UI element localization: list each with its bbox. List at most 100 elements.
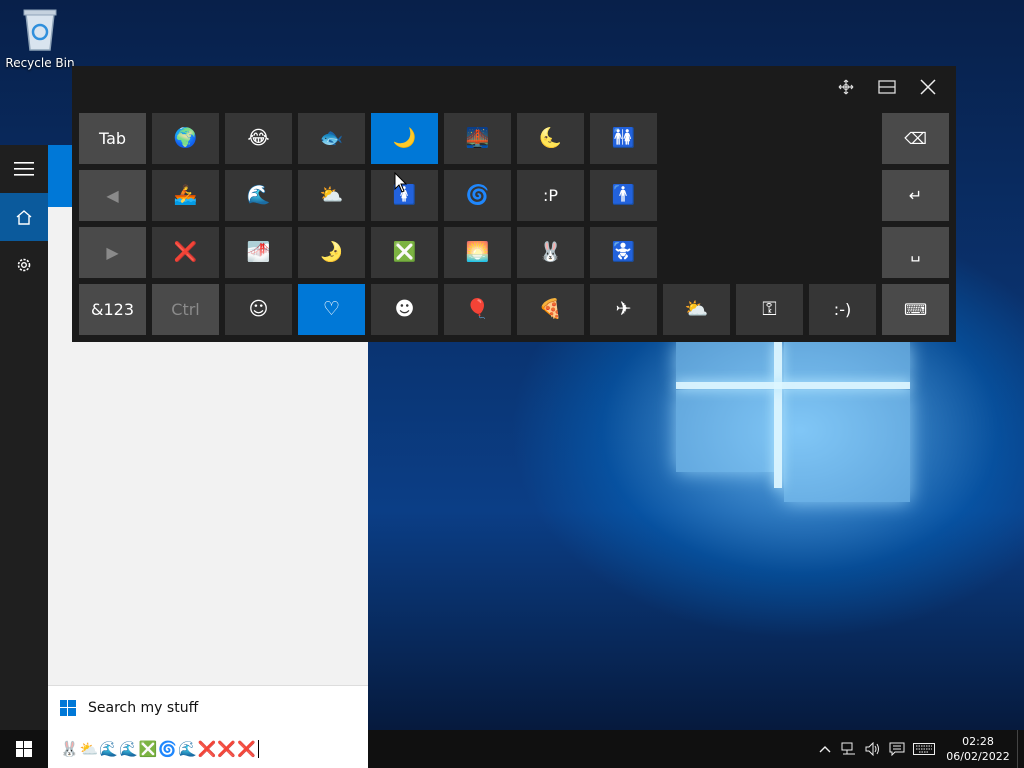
next-page-key-label: ▶ xyxy=(106,243,119,262)
wallpaper-pane xyxy=(676,390,774,472)
network-button[interactable] xyxy=(837,730,861,768)
emoji-face-tears-of-joy[interactable]: 😂 xyxy=(225,113,292,164)
category-people-icon-label: ☻ xyxy=(394,298,415,320)
search-suggestion-row[interactable]: Search my stuff xyxy=(48,685,368,730)
emoji-mens-label: 🚹 xyxy=(611,184,636,206)
emoji-rowboat-label: 🚣 xyxy=(173,184,198,206)
emoji-cyclone[interactable]: 🌀 xyxy=(444,170,511,221)
action-center-button[interactable] xyxy=(885,730,909,768)
emoji-bridge-at-night[interactable]: 🌉 xyxy=(444,113,511,164)
emoji-earth-globe[interactable]: 🌍 xyxy=(152,113,219,164)
volume-button[interactable] xyxy=(861,730,885,768)
windows-logo-icon xyxy=(16,741,32,757)
emoji-cross-mark-label: ❌ xyxy=(173,241,198,263)
emoji-fish[interactable]: 🐟 xyxy=(298,113,365,164)
tab-key[interactable]: Tab xyxy=(79,113,146,164)
enter-key[interactable]: ↵ xyxy=(882,170,949,221)
emoji-rabbit-face[interactable]: 🐰 xyxy=(517,227,584,278)
emoji-cross-mark[interactable]: ❌ xyxy=(152,227,219,278)
category-text-faces-icon[interactable]: :-) xyxy=(809,284,876,335)
wallpaper-pane xyxy=(784,390,910,502)
emoji-tongue-text[interactable]: :P xyxy=(517,170,584,221)
emoji-first-quarter-moon-face[interactable]: 🌛 xyxy=(298,227,365,278)
emoji-rowboat[interactable]: 🚣 xyxy=(152,170,219,221)
numbers-key-label: &123 xyxy=(90,300,134,319)
home-button[interactable] xyxy=(0,193,48,241)
emoji-cross-mark-button-label: ❎ xyxy=(392,241,417,263)
chevron-up-icon xyxy=(819,746,831,753)
prev-page-key-label: ◀ xyxy=(106,186,119,205)
emoji-crescent-moon-label: 🌙 xyxy=(392,127,417,149)
emoji-water-wave[interactable]: 🌊 xyxy=(225,170,292,221)
ctrl-key[interactable]: Ctrl xyxy=(152,284,219,335)
touch-keyboard-tray-button[interactable] xyxy=(909,730,939,768)
keyboard-icon xyxy=(913,743,935,755)
numbers-key[interactable]: &123 xyxy=(79,284,146,335)
start-button[interactable] xyxy=(0,730,48,768)
category-food-icon-label: 🍕 xyxy=(538,298,563,320)
tile-peek[interactable] xyxy=(48,145,72,207)
search-input-value: 🐰⛅🌊🌊❎🌀🌊❌❌❌ xyxy=(60,740,257,758)
keyboard-switch-icon[interactable]: ⌨ xyxy=(882,284,949,335)
emoji-fish-label: 🐟 xyxy=(319,127,344,149)
emoji-baby-symbol[interactable]: 🚼 xyxy=(590,227,657,278)
clock[interactable]: 02:28 06/02/2022 xyxy=(943,734,1013,764)
keyboard-title-bar[interactable] xyxy=(72,66,956,108)
tab-key-label: Tab xyxy=(98,129,127,148)
category-travel-icon[interactable]: ✈ xyxy=(590,284,657,335)
emoji-foggy-label: 🌁 xyxy=(246,241,271,263)
hamburger-icon xyxy=(14,162,34,176)
move-icon xyxy=(838,79,854,95)
category-people-icon[interactable]: ☻ xyxy=(371,284,438,335)
category-celebration-icon[interactable]: 🎈 xyxy=(444,284,511,335)
wallpaper-pane xyxy=(676,342,774,382)
emoji-restroom-label: 🚻 xyxy=(611,127,636,149)
dock-keyboard-button[interactable] xyxy=(870,72,904,102)
emoji-face-tears-of-joy-label: 😂 xyxy=(247,127,270,149)
emoji-crescent-moon[interactable]: 🌙 xyxy=(371,113,438,164)
emoji-foggy[interactable]: 🌁 xyxy=(225,227,292,278)
system-tray: 02:28 06/02/2022 xyxy=(813,730,1024,768)
emoji-sunrise[interactable]: 🌅 xyxy=(444,227,511,278)
emoji-water-wave-label: 🌊 xyxy=(246,184,271,206)
recycle-bin-shortcut[interactable]: Recycle Bin xyxy=(4,6,76,70)
emoji-first-quarter-moon-face-label: 🌛 xyxy=(319,241,344,263)
show-desktop-button[interactable] xyxy=(1017,730,1024,768)
settings-button[interactable] xyxy=(0,241,48,289)
wallpaper-pane xyxy=(784,342,910,382)
category-weather-icon-label: ⛅ xyxy=(684,298,709,320)
emoji-last-quarter-moon-face-label: 🌜 xyxy=(538,127,563,149)
emoji-sun-behind-cloud-label: ⛅ xyxy=(319,184,344,206)
emoji-baby-symbol-label: 🚼 xyxy=(611,241,636,263)
space-key[interactable]: ␣ xyxy=(882,227,949,278)
category-food-icon[interactable]: 🍕 xyxy=(517,284,584,335)
show-hidden-icons-button[interactable] xyxy=(813,730,837,768)
clock-date: 06/02/2022 xyxy=(946,750,1010,763)
backspace-key[interactable]: ⌫ xyxy=(882,113,949,164)
ctrl-key-label: Ctrl xyxy=(171,300,200,319)
clock-time: 02:28 xyxy=(962,735,994,748)
category-smiley-icon[interactable]: ☺ xyxy=(225,284,292,335)
next-page-key[interactable]: ▶ xyxy=(79,227,146,278)
emoji-cross-mark-button[interactable]: ❎ xyxy=(371,227,438,278)
prev-page-key[interactable]: ◀ xyxy=(79,170,146,221)
recycle-bin-label: Recycle Bin xyxy=(5,56,75,70)
dock-icon xyxy=(878,80,896,94)
network-icon xyxy=(841,742,855,755)
hamburger-menu-button[interactable] xyxy=(0,145,48,193)
emoji-sun-behind-cloud[interactable]: ⛅ xyxy=(298,170,365,221)
move-keyboard-button[interactable] xyxy=(829,72,863,102)
search-box[interactable]: 🐰⛅🌊🌊❎🌀🌊❌❌❌ xyxy=(48,730,368,768)
emoji-rabbit-face-label: 🐰 xyxy=(538,241,563,263)
category-symbols-icon[interactable]: ⚿ xyxy=(736,284,803,335)
emoji-restroom[interactable]: 🚻 xyxy=(590,113,657,164)
category-symbols-icon-label: ⚿ xyxy=(762,298,777,320)
category-weather-icon[interactable]: ⛅ xyxy=(663,284,730,335)
category-heart-icon[interactable]: ♡ xyxy=(298,284,365,335)
emoji-last-quarter-moon-face[interactable]: 🌜 xyxy=(517,113,584,164)
close-icon xyxy=(920,79,936,95)
backspace-key-label: ⌫ xyxy=(904,129,927,148)
close-keyboard-button[interactable] xyxy=(911,72,945,102)
windows-logo-icon xyxy=(60,700,76,716)
emoji-mens[interactable]: 🚹 xyxy=(590,170,657,221)
